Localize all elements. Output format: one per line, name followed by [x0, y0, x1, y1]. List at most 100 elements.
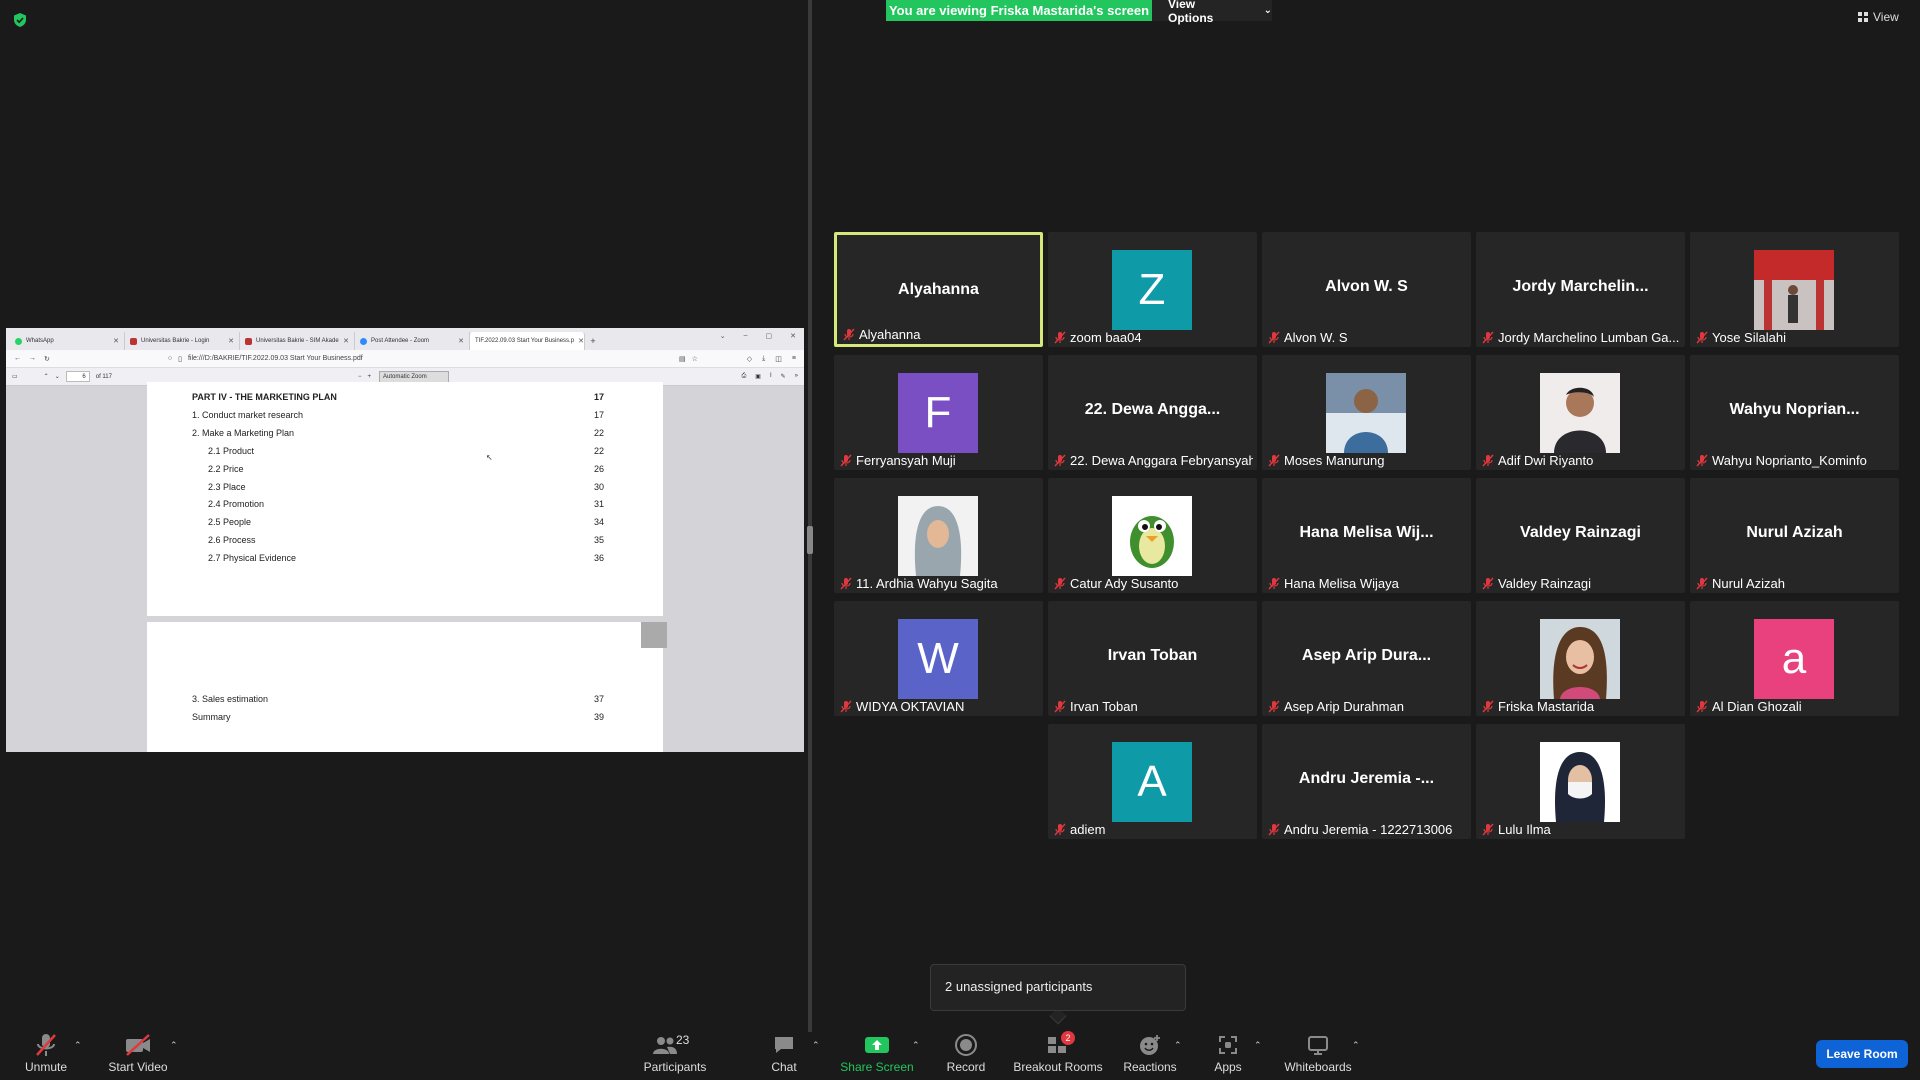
- whiteboard-icon: [1304, 1032, 1332, 1058]
- unassigned-participants-tooltip[interactable]: 2 unassigned participants: [930, 964, 1186, 1011]
- participant-name-label: Alyahanna: [843, 327, 1036, 342]
- participant-tile[interactable]: Asep Arip Dura... Asep Arip Durahman: [1262, 601, 1471, 716]
- participant-tile[interactable]: a Al Dian Ghozali: [1690, 601, 1899, 716]
- chevron-up-icon[interactable]: ⌃: [912, 1040, 920, 1051]
- unmute-button[interactable]: Unmute: [18, 1032, 74, 1080]
- browser-tab-zoom: Post Attendee - Zoom ✕: [355, 332, 470, 350]
- download-icon: ⤓: [762, 354, 766, 362]
- chevron-up-icon[interactable]: ⌃: [1174, 1040, 1182, 1051]
- tab-label: Universitas Bakrie - SIM Akade: [256, 338, 339, 344]
- chevron-up-icon[interactable]: ⌃: [812, 1040, 820, 1051]
- avatar: W: [898, 619, 978, 699]
- participant-name: zoom baa04: [1070, 330, 1142, 345]
- chevron-up-icon[interactable]: ⌃: [1352, 1040, 1360, 1051]
- grid-view-icon: [1858, 12, 1868, 22]
- participant-tile[interactable]: 11. Ardhia Wahyu Sagita: [834, 478, 1043, 593]
- participant-tile[interactable]: W WIDYA OKTAVIAN: [834, 601, 1043, 716]
- chevron-up-icon[interactable]: ⌃: [170, 1040, 178, 1051]
- participant-display-name: Wahyu Noprian...: [1729, 401, 1860, 418]
- participants-button[interactable]: 23 Participants: [640, 1032, 710, 1080]
- zoom-icon: [360, 337, 367, 345]
- participants-count: 23: [676, 1033, 690, 1047]
- toc-page-number: 17: [594, 392, 605, 402]
- participant-tile[interactable]: Hana Melisa Wij... Hana Melisa Wijaya: [1262, 478, 1471, 593]
- shield-icon: [130, 337, 137, 345]
- split-view-divider[interactable]: [808, 0, 812, 1032]
- participant-tile[interactable]: Zzoom baa04: [1048, 232, 1257, 347]
- participant-name: Yose Silalahi: [1712, 330, 1786, 345]
- participant-tile[interactable]: Yose Silalahi: [1690, 232, 1899, 347]
- browser-tab-login: Universitas Bakrie - Login ✕: [125, 332, 240, 350]
- participant-tile[interactable]: F Ferryansyah Muji: [834, 355, 1043, 470]
- view-options-button[interactable]: View Options ⌄: [1152, 0, 1272, 25]
- participant-tile[interactable]: Moses Manurung: [1262, 355, 1471, 470]
- close-icon: ✕: [790, 333, 796, 340]
- microphone-muted-icon: [1482, 823, 1494, 836]
- apps-button[interactable]: Apps: [1208, 1032, 1248, 1080]
- participant-tile[interactable]: Alvon W. S Alvon W. S: [1262, 232, 1471, 347]
- participant-name-label: Wahyu Noprianto_Kominfo: [1696, 453, 1895, 468]
- view-button[interactable]: View: [1858, 10, 1899, 24]
- pdf-page-number: 6: [65, 371, 90, 382]
- participant-name-label: 11. Ardhia Wahyu Sagita: [840, 576, 1039, 591]
- participant-tile[interactable]: Adif Dwi Riyanto: [1476, 355, 1685, 470]
- chevron-down-icon: ⌄: [1263, 5, 1272, 16]
- forward-arrow-icon: →: [29, 355, 36, 362]
- toc-page-number: 34: [594, 517, 605, 527]
- security-shield-icon[interactable]: [12, 12, 28, 28]
- divider-drag-handle[interactable]: [807, 526, 813, 554]
- participant-tile[interactable]: Valdey Rainzagi Valdey Rainzagi: [1476, 478, 1685, 593]
- view-label: View: [1873, 10, 1899, 24]
- pdf-zoom-select: Automatic Zoom: [379, 370, 450, 383]
- tab-label: TIF.2022.09.03 Start Your Business.p: [475, 338, 575, 344]
- start-video-button[interactable]: Start Video: [102, 1032, 174, 1080]
- microphone-muted-icon: [1054, 823, 1066, 836]
- participant-name: Alyahanna: [859, 327, 921, 342]
- participant-name: Hana Melisa Wijaya: [1284, 576, 1399, 591]
- microphone-muted-icon: [1482, 331, 1494, 344]
- microphone-muted-icon: [1268, 577, 1280, 590]
- chat-button[interactable]: Chat: [764, 1032, 804, 1080]
- participant-tile[interactable]: Wahyu Noprian... Wahyu Noprianto_Kominfo: [1690, 355, 1899, 470]
- participant-tile[interactable]: Lulu Ilma: [1476, 724, 1685, 839]
- breakout-rooms-icon: 2: [1044, 1031, 1075, 1058]
- reactions-button[interactable]: Reactions: [1123, 1032, 1177, 1080]
- participant-name-label: Irvan Toban: [1054, 699, 1253, 714]
- participant-tile[interactable]: Friska Mastarida: [1476, 601, 1685, 716]
- participant-name-label: Asep Arip Durahman: [1268, 699, 1467, 714]
- zoom-in-icon: +: [367, 373, 372, 380]
- avatar: [1540, 373, 1620, 453]
- chevron-up-icon[interactable]: ⌃: [74, 1040, 82, 1051]
- participant-tile[interactable]: Aadiem: [1048, 724, 1257, 839]
- leave-room-button[interactable]: Leave Room: [1816, 1040, 1908, 1068]
- microphone-muted-icon: [1054, 577, 1066, 590]
- tab-label: WhatsApp: [26, 338, 54, 344]
- participant-display-name: Hana Melisa Wij...: [1299, 524, 1434, 541]
- participant-name-label: Hana Melisa Wijaya: [1268, 576, 1467, 591]
- chevron-up-icon[interactable]: ⌃: [1254, 1040, 1262, 1051]
- participant-tile[interactable]: Alyahanna Alyahanna: [834, 232, 1043, 347]
- toc-page-number: 36: [594, 553, 605, 563]
- toc-entry: 2.5 People: [208, 517, 252, 527]
- toc-page-number: 17: [594, 410, 605, 420]
- whiteboards-button[interactable]: Whiteboards: [1280, 1032, 1356, 1080]
- participant-tile[interactable]: Andru Jeremia -... Andru Jeremia - 122271…: [1262, 724, 1471, 839]
- participant-tile[interactable]: 22. Dewa Angga... 22. Dewa Anggara Febrya…: [1048, 355, 1257, 470]
- breakout-rooms-button[interactable]: 2 Breakout Rooms: [1013, 1031, 1103, 1080]
- share-screen-button[interactable]: Share Screen: [840, 1032, 914, 1080]
- participant-tile[interactable]: Nurul Azizah Nurul Azizah: [1690, 478, 1899, 593]
- info-icon: ○: [167, 355, 173, 362]
- avatar: [1540, 742, 1620, 822]
- minimize-icon: –: [743, 332, 748, 339]
- microphone-muted-icon: [1696, 454, 1708, 467]
- toc-entry: 2.6 Process: [208, 535, 256, 545]
- participant-tile[interactable]: Catur Ady Susanto: [1048, 478, 1257, 593]
- record-icon: [952, 1032, 980, 1058]
- back-arrow-icon: ←: [14, 355, 21, 362]
- reader-icon: ▤: [678, 355, 686, 363]
- record-button[interactable]: Record: [944, 1032, 988, 1080]
- participant-tile[interactable]: Irvan Toban Irvan Toban: [1048, 601, 1257, 716]
- pdf-page: 3. Sales estimation 37 Summary 39: [147, 622, 667, 752]
- draw-icon: ✎: [780, 374, 786, 380]
- participant-tile[interactable]: Jordy Marchelin... Jordy Marchelino Lumba…: [1476, 232, 1685, 347]
